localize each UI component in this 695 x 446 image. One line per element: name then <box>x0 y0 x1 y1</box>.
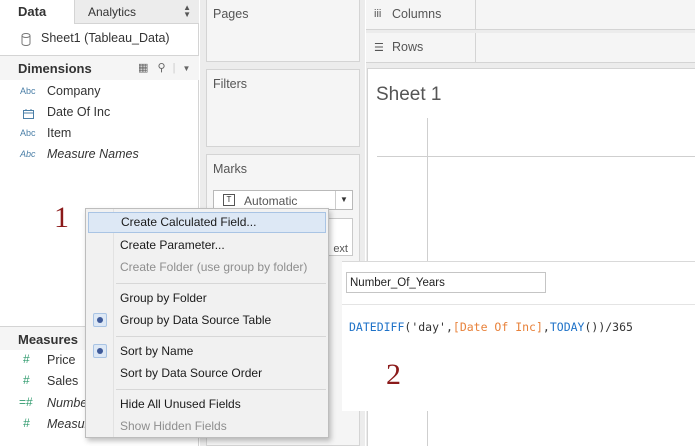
view-list-icon[interactable]: ▦ <box>138 62 148 74</box>
pages-title: Pages <box>213 7 249 21</box>
menu-item-label: Create Parameter... <box>120 238 225 252</box>
menu-item-label: Sort by Name <box>120 344 194 358</box>
menu-item-group-by-data-source-table[interactable]: Group by Data Source Table <box>86 310 328 331</box>
number-type-icon: # <box>23 373 30 387</box>
menu-item-label: Group by Folder <box>120 291 207 305</box>
rows-label: Rows <box>392 40 424 54</box>
dimension-field-measure-names[interactable]: Abc Measure Names <box>0 145 199 165</box>
dimension-field-company[interactable]: Abc Company <box>0 82 199 102</box>
field-name: Measur <box>47 417 89 431</box>
mark-type-label: Automatic <box>244 194 298 208</box>
separator: | <box>172 62 176 74</box>
columns-icon: iii <box>374 8 382 20</box>
string-type-icon: Abc <box>20 86 36 96</box>
chevron-down-icon[interactable]: ▼ <box>183 64 191 73</box>
number-type-icon: # <box>23 416 30 430</box>
radio-checked-icon <box>93 344 107 358</box>
menu-item-label: Group by Data Source Table <box>120 313 272 327</box>
tab-data-label: Data <box>18 4 47 19</box>
menu-item-label: Show Hidden Fields <box>120 419 227 433</box>
filters-title: Filters <box>213 77 248 91</box>
string-type-icon: Abc <box>20 149 36 159</box>
field-name: Date Of Inc <box>47 105 111 119</box>
calculated-number-type-icon: =# <box>19 395 33 409</box>
field-name: Company <box>47 84 101 98</box>
dimension-field-date-of-inc[interactable]: Date Of Inc <box>0 103 199 123</box>
text-mark-icon: T <box>223 194 235 206</box>
sheet-grid-line <box>377 156 695 157</box>
dimensions-header-icons: ▦ ⚲ | ▼ <box>138 61 190 74</box>
formula-rest: ())/365 <box>584 320 633 334</box>
context-menu: Create Calculated Field... Create Parame… <box>85 208 329 438</box>
menu-item-create-calculated-field[interactable]: Create Calculated Field... <box>88 212 326 233</box>
menu-item-create-parameter[interactable]: Create Parameter... <box>86 235 328 256</box>
pages-shelf[interactable]: Pages <box>206 0 360 62</box>
formula-punctuation: , <box>445 320 453 334</box>
tab-analytics-label: Analytics <box>88 5 137 19</box>
sheet-title[interactable]: Sheet 1 <box>376 84 442 106</box>
calculation-name-input[interactable] <box>346 272 546 293</box>
formula-function: DATEDIFF <box>349 320 405 334</box>
field-name: Item <box>47 126 72 140</box>
string-type-icon: Abc <box>20 128 36 138</box>
field-name: Measure Names <box>47 147 139 161</box>
rows-shelf[interactable]: ☰ Rows <box>366 33 695 63</box>
calculation-formula-editor[interactable]: DATEDIFF('day',[Date Of Inc],TODAY())/36… <box>349 320 633 334</box>
menu-item-sort-by-name[interactable]: Sort by Name <box>86 341 328 362</box>
columns-label: Columns <box>392 7 442 21</box>
formula-field: [Date Of Inc] <box>452 320 543 334</box>
formula-punctuation: , <box>542 320 550 334</box>
number-type-icon: # <box>23 352 30 366</box>
menu-item-label: Hide All Unused Fields <box>120 397 241 411</box>
radio-checked-icon <box>93 313 107 327</box>
menu-item-show-hidden-fields: Show Hidden Fields <box>86 416 328 437</box>
measures-title: Measures <box>18 332 78 347</box>
database-icon <box>21 33 31 46</box>
calendar-icon <box>23 109 34 119</box>
menu-item-hide-all-unused-fields[interactable]: Hide All Unused Fields <box>86 394 328 415</box>
marks-title: Marks <box>213 162 248 176</box>
formula-function: TODAY <box>549 320 585 334</box>
menu-item-label: Sort by Data Source Order <box>120 366 263 380</box>
columns-shelf[interactable]: iii Columns <box>366 0 695 30</box>
dimension-field-item[interactable]: Abc Item <box>0 124 199 144</box>
shelf-divider <box>475 33 476 63</box>
menu-separator <box>116 336 326 337</box>
menu-item-label: Create Folder (use group by folder) <box>120 260 308 274</box>
rows-icon: ☰ <box>374 42 384 54</box>
menu-item-sort-by-data-source-order[interactable]: Sort by Data Source Order <box>86 363 328 384</box>
field-name: Sales <box>47 374 79 388</box>
annotation-number-two: 2 <box>386 358 401 391</box>
shelf-divider <box>475 0 476 30</box>
menu-item-group-by-folder[interactable]: Group by Folder <box>86 288 328 309</box>
divider <box>342 304 695 305</box>
search-icon[interactable]: ⚲ <box>157 62 165 74</box>
menu-separator <box>116 389 326 390</box>
menu-separator <box>116 283 326 284</box>
menu-item-create-folder: Create Folder (use group by folder) <box>86 257 328 278</box>
text-mark-label: ext <box>333 243 348 255</box>
tab-analytics[interactable]: Analytics ▲ ▼ <box>74 0 199 24</box>
datasource-item[interactable]: Sheet1 (Tableau_Data) <box>0 28 199 50</box>
dimensions-title: Dimensions <box>18 61 92 76</box>
field-name: Price <box>47 353 76 367</box>
datasource-label: Sheet1 (Tableau_Data) <box>41 31 170 45</box>
updown-arrows-icon[interactable]: ▲ ▼ <box>183 4 191 19</box>
filters-shelf[interactable]: Filters <box>206 69 360 147</box>
menu-item-label: Create Calculated Field... <box>121 215 257 229</box>
formula-string: 'day' <box>411 320 446 334</box>
annotation-number-one: 1 <box>54 201 69 234</box>
dimensions-header: Dimensions ▦ ⚲ | ▼ <box>0 56 199 80</box>
chevron-down-icon[interactable]: ▼ <box>335 191 352 209</box>
mark-type-dropdown[interactable]: T Automatic ▼ <box>213 190 353 210</box>
tab-data[interactable]: Data <box>0 0 74 24</box>
